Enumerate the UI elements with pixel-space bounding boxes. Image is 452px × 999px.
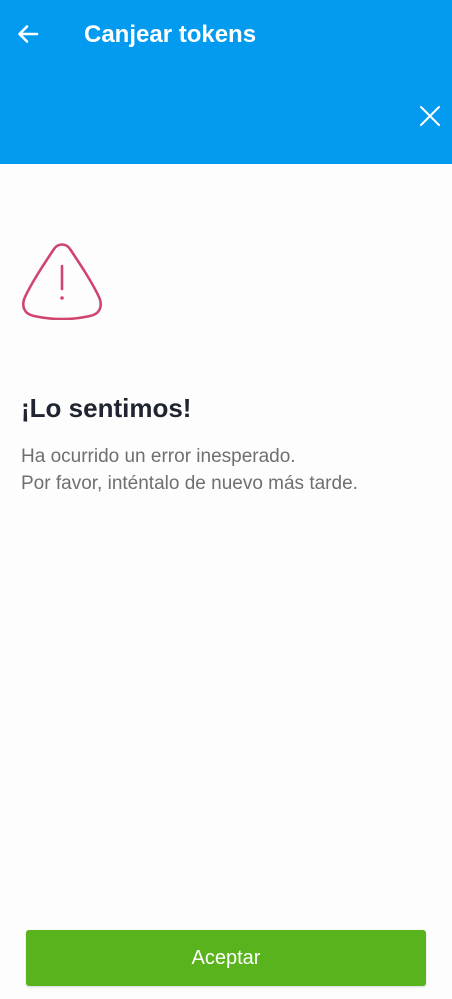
error-message-line-2: Por favor, inténtalo de nuevo más tarde.	[21, 473, 358, 494]
accept-button[interactable]: Aceptar	[26, 930, 426, 986]
back-button[interactable]	[8, 14, 48, 54]
close-button[interactable]	[408, 94, 452, 138]
error-message: Ha ocurrido un error inesperado. Por fav…	[21, 443, 441, 497]
error-message-line-1: Ha ocurrido un error inesperado.	[21, 446, 296, 467]
app-bar: Canjear tokens	[0, 0, 452, 164]
page-title: Canjear tokens	[84, 21, 257, 48]
warning-triangle-icon	[20, 242, 104, 321]
error-heading: ¡Lo sentimos!	[21, 393, 192, 423]
arrow-left-icon	[16, 22, 40, 46]
close-icon	[419, 105, 441, 127]
